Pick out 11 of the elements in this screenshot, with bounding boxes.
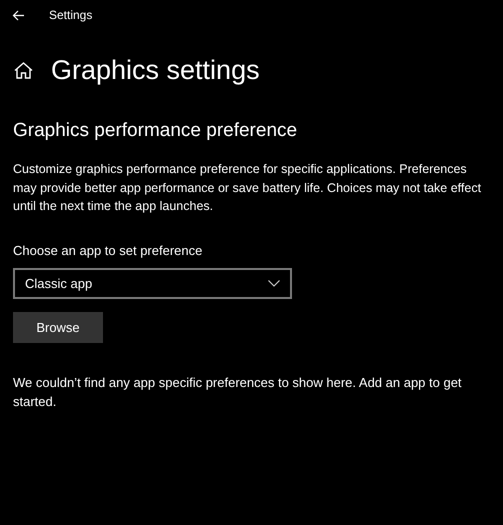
back-icon — [12, 10, 25, 20]
section-title: Graphics performance preference — [13, 120, 298, 144]
field-label: Choose an app to set preference — [13, 242, 204, 260]
empty-message: We couldn’t find any app specific preferences to show here. Add an app to get started. — [13, 374, 463, 412]
app-type-dropdown[interactable]: Classic app — [13, 268, 292, 300]
window-title: Settings — [49, 7, 92, 24]
browse-button[interactable]: Browse — [13, 312, 103, 344]
home-icon — [14, 62, 33, 79]
description-text: Customize graphics performance preference for specific applications. Preferences may provide better app performance or save battery life. Choices may not take effect until the next time the app launches. — [13, 161, 482, 216]
page-title: Graphics settings — [51, 54, 260, 86]
chevron-icon — [268, 280, 280, 288]
